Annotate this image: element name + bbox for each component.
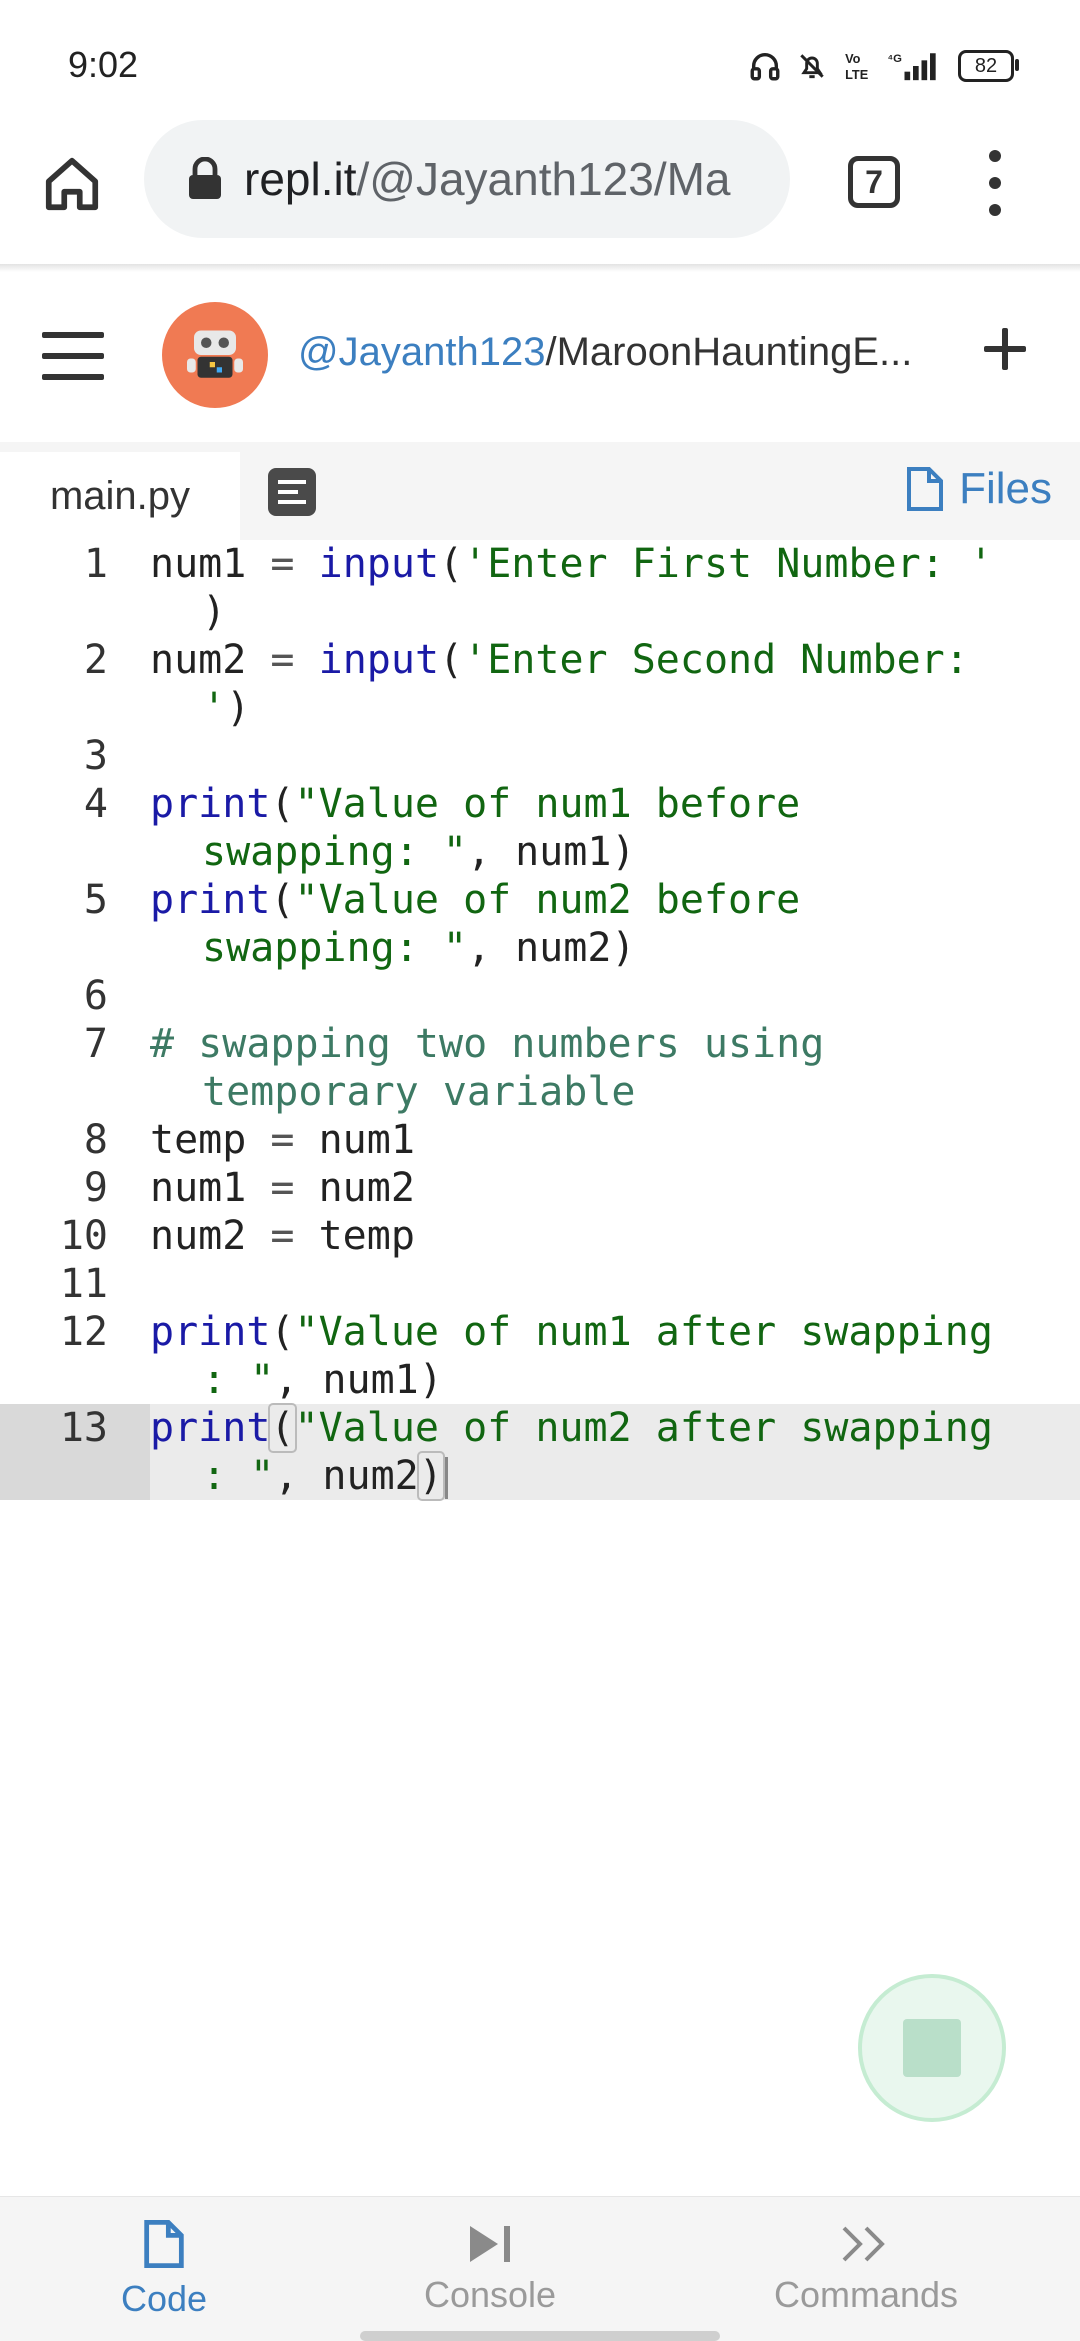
repl-header: @Jayanth123/MaroonHauntingE...	[0, 272, 1080, 442]
document-icon[interactable]	[268, 468, 316, 516]
status-bar: 9:02 Vo LTE ⁴G 82	[0, 0, 1080, 120]
line-number: 9	[83, 1165, 108, 1211]
url-text[interactable]: repl.it/@Jayanth123/Ma	[244, 152, 731, 206]
stop-icon	[903, 2019, 961, 2077]
status-icons: Vo LTE ⁴G 82	[748, 46, 1019, 86]
code-editor[interactable]: 1 num1 = input('Enter First Number: ') 2…	[0, 540, 1080, 2190]
address-bar[interactable]: repl.it/@Jayanth123/Ma	[144, 120, 790, 238]
bell-off-icon	[800, 54, 824, 79]
line-number: 6	[83, 973, 108, 1019]
svg-text:⁴G: ⁴G	[888, 53, 903, 65]
code-file-icon	[144, 2219, 184, 2269]
status-time: 9:02	[68, 44, 139, 85]
line-number: 8	[83, 1117, 108, 1163]
code-line: 8 temp = num1	[0, 1116, 1080, 1164]
code-line: 12 print("Value of num1 after swapping: …	[0, 1308, 1080, 1404]
line-number: 3	[83, 733, 108, 779]
svg-text:LTE: LTE	[845, 67, 868, 82]
nav-console-label: Console	[423, 2274, 557, 2315]
code-line: 6	[0, 972, 1080, 1020]
line-number: 4	[83, 781, 108, 827]
code-line: 4 print("Value of num1 before swapping: "…	[0, 780, 1080, 876]
chevrons-right-icon	[842, 2226, 885, 2262]
code-line: 10 num2 = temp	[0, 1212, 1080, 1260]
repl-title[interactable]: @Jayanth123/MaroonHauntingE...	[298, 330, 948, 375]
tab-main-py[interactable]: main.py	[0, 452, 240, 540]
home-button[interactable]	[36, 148, 108, 220]
text-cursor	[444, 1457, 448, 1499]
browser-menu-icon[interactable]	[980, 150, 1010, 216]
bottom-nav: Code Console Commands	[0, 2196, 1080, 2341]
code-line: 2 num2 = input('Enter Second Number: ')	[0, 636, 1080, 732]
hamburger-menu-icon[interactable]	[42, 332, 104, 380]
files-button[interactable]: Files	[905, 464, 1052, 514]
tab-switcher-button[interactable]: 7	[848, 156, 900, 208]
volte-icon: VoLTE	[845, 51, 868, 82]
battery-icon: 82	[958, 50, 1019, 82]
nav-code-label: Code	[120, 2278, 208, 2319]
home-icon	[45, 157, 99, 211]
code-line-active: 13 print("Value of num2 after swapping: …	[0, 1403, 1080, 1501]
nav-code[interactable]: Code	[44, 2197, 284, 2341]
browser-toolbar: repl.it/@Jayanth123/Ma 7	[0, 120, 1080, 265]
svg-text:Vo: Vo	[845, 51, 861, 66]
stop-button[interactable]	[858, 1974, 1006, 2122]
headphones-icon	[750, 53, 780, 81]
code-line: 11	[0, 1260, 1080, 1308]
robot-avatar-icon	[187, 330, 243, 378]
repl-name: /MaroonHauntingE...	[545, 330, 913, 374]
code-line: 3	[0, 732, 1080, 780]
lock-icon	[184, 155, 226, 203]
line-number: 12	[59, 1309, 108, 1355]
code-line: 9 num1 = num2	[0, 1164, 1080, 1212]
line-number: 11	[59, 1261, 108, 1307]
nav-commands-label: Commands	[773, 2274, 959, 2315]
signal-4g-icon: ⁴G	[888, 53, 936, 81]
code-line: 5 print("Value of num2 before swapping: "…	[0, 876, 1080, 972]
repl-owner-link[interactable]: @Jayanth123	[298, 330, 545, 374]
line-number: 2	[83, 637, 108, 683]
nav-commands[interactable]: Commands	[746, 2197, 986, 2341]
avatar[interactable]	[162, 302, 268, 408]
console-play-icon	[470, 2226, 510, 2262]
line-number: 5	[83, 877, 108, 923]
line-number: 10	[59, 1213, 108, 1259]
url-path: /@Jayanth123/Ma	[356, 153, 731, 205]
files-label: Files	[959, 464, 1052, 513]
code-line: 1 num1 = input('Enter First Number: ')	[0, 540, 1080, 636]
url-host: repl.it	[244, 153, 357, 205]
file-icon	[907, 467, 944, 511]
line-number: 13	[0, 1404, 150, 1500]
code-line: 7 # swapping two numbers using temporary …	[0, 1020, 1080, 1116]
add-button[interactable]	[980, 324, 1030, 374]
line-number: 1	[83, 541, 108, 587]
file-tab-bar: main.py Files	[0, 442, 1080, 540]
toolbar-divider	[0, 264, 1080, 272]
line-number: 7	[83, 1021, 108, 1067]
nav-console[interactable]: Console	[370, 2197, 610, 2341]
